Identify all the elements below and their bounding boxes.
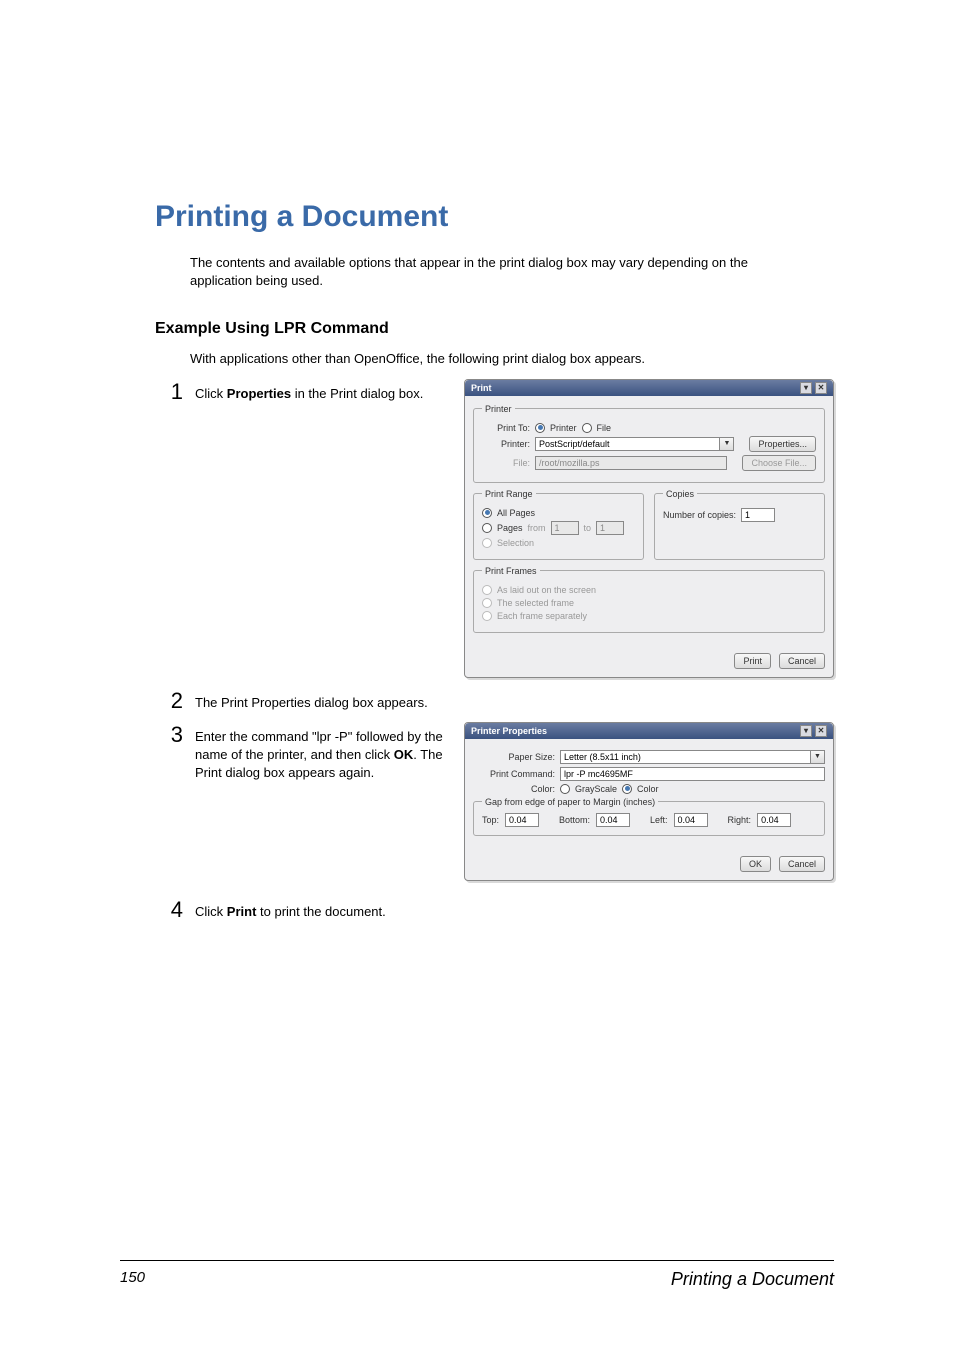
- file-radio-label: File: [597, 423, 612, 433]
- paper-size-select[interactable]: [560, 750, 811, 764]
- top-input[interactable]: [505, 813, 539, 827]
- step-4-text: Click Print to print the document.: [195, 897, 834, 921]
- to-input: [596, 521, 624, 535]
- all-pages-label: All Pages: [497, 508, 535, 518]
- selection-label: Selection: [497, 538, 534, 548]
- top-label: Top:: [482, 815, 499, 825]
- grayscale-label: GrayScale: [575, 784, 617, 794]
- printer-label: Printer:: [482, 439, 530, 449]
- from-label: from: [528, 523, 546, 533]
- chevron-down-icon[interactable]: ▼: [720, 437, 734, 451]
- range-legend: Print Range: [482, 489, 536, 499]
- color-label: Color:: [473, 784, 555, 794]
- print-command-input[interactable]: [560, 767, 825, 781]
- frames-r2: [482, 598, 492, 608]
- page-number: 150: [120, 1269, 145, 1290]
- page-heading: Printing a Document: [155, 200, 834, 234]
- grayscale-radio[interactable]: [560, 784, 570, 794]
- file-radio[interactable]: [582, 423, 592, 433]
- cancel-button[interactable]: Cancel: [779, 653, 825, 669]
- ok-button[interactable]: OK: [740, 856, 771, 872]
- choose-file-button: Choose File...: [742, 455, 816, 471]
- gap-group: Gap from edge of paper to Margin (inches…: [473, 797, 825, 836]
- printer-legend: Printer: [482, 404, 515, 414]
- print-dialog-title: Print: [471, 383, 492, 393]
- print-dialog: Print ▾ ✕ Printer Print To: Printer File…: [464, 379, 834, 678]
- pages-radio[interactable]: [482, 523, 492, 533]
- file-label: File:: [482, 458, 530, 468]
- print-button[interactable]: Print: [734, 653, 771, 669]
- bottom-input[interactable]: [596, 813, 630, 827]
- all-pages-radio[interactable]: [482, 508, 492, 518]
- step-1-text: Click Properties in the Print dialog box…: [195, 379, 456, 403]
- close-icon[interactable]: ✕: [815, 382, 827, 394]
- bottom-label: Bottom:: [559, 815, 590, 825]
- copies-input[interactable]: [741, 508, 775, 522]
- copies-legend: Copies: [663, 489, 697, 499]
- page-footer: 150 Printing a Document: [120, 1260, 834, 1290]
- left-label: Left:: [650, 815, 668, 825]
- footer-title: Printing a Document: [671, 1269, 834, 1290]
- step-number-3: 3: [155, 722, 183, 746]
- copies-label: Number of copies:: [663, 510, 736, 520]
- step-number-1: 1: [155, 379, 183, 403]
- right-label: Right:: [728, 815, 752, 825]
- frames-r1: [482, 585, 492, 595]
- printer-radio-label: Printer: [550, 423, 577, 433]
- frames-l2: The selected frame: [497, 598, 574, 608]
- left-input[interactable]: [674, 813, 708, 827]
- frames-l3: Each frame separately: [497, 611, 587, 621]
- from-input: [551, 521, 579, 535]
- step-3-text: Enter the command "lpr -P" followed by t…: [195, 722, 456, 783]
- print-to-label: Print To:: [482, 423, 530, 433]
- print-command-label: Print Command:: [473, 769, 555, 779]
- step-number-4: 4: [155, 897, 183, 921]
- color-option-label: Color: [637, 784, 659, 794]
- dropdown-icon[interactable]: ▾: [800, 382, 812, 394]
- color-radio[interactable]: [622, 784, 632, 794]
- subintro-text: With applications other than OpenOffice,…: [190, 350, 774, 368]
- printer-group: Printer Print To: Printer File Printer: …: [473, 404, 825, 483]
- properties-button[interactable]: Properties...: [749, 436, 816, 452]
- gap-legend: Gap from edge of paper to Margin (inches…: [482, 797, 658, 807]
- frames-l1: As laid out on the screen: [497, 585, 596, 595]
- intro-text: The contents and available options that …: [190, 254, 774, 290]
- printer-select[interactable]: [535, 437, 720, 451]
- chevron-down-icon-2[interactable]: ▼: [811, 750, 825, 764]
- copies-group: Copies Number of copies:: [654, 489, 825, 560]
- section-heading: Example Using LPR Command: [155, 320, 834, 338]
- right-input[interactable]: [757, 813, 791, 827]
- print-frames-group: Print Frames As laid out on the screen T…: [473, 566, 825, 633]
- paper-size-label: Paper Size:: [473, 752, 555, 762]
- step-2-text: The Print Properties dialog box appears.: [195, 688, 834, 712]
- frames-legend: Print Frames: [482, 566, 540, 576]
- printer-props-title: Printer Properties: [471, 726, 547, 736]
- dropdown-icon-2[interactable]: ▾: [800, 725, 812, 737]
- printer-properties-dialog: Printer Properties ▾ ✕ Paper Size: ▼ Pri…: [464, 722, 834, 881]
- frames-r3: [482, 611, 492, 621]
- print-range-group: Print Range All Pages Pages from to: [473, 489, 644, 560]
- selection-radio: [482, 538, 492, 548]
- to-label: to: [584, 523, 592, 533]
- file-input: [535, 456, 727, 470]
- printer-radio[interactable]: [535, 423, 545, 433]
- cancel-button-2[interactable]: Cancel: [779, 856, 825, 872]
- pages-label: Pages: [497, 523, 523, 533]
- close-icon-2[interactable]: ✕: [815, 725, 827, 737]
- step-number-2: 2: [155, 688, 183, 712]
